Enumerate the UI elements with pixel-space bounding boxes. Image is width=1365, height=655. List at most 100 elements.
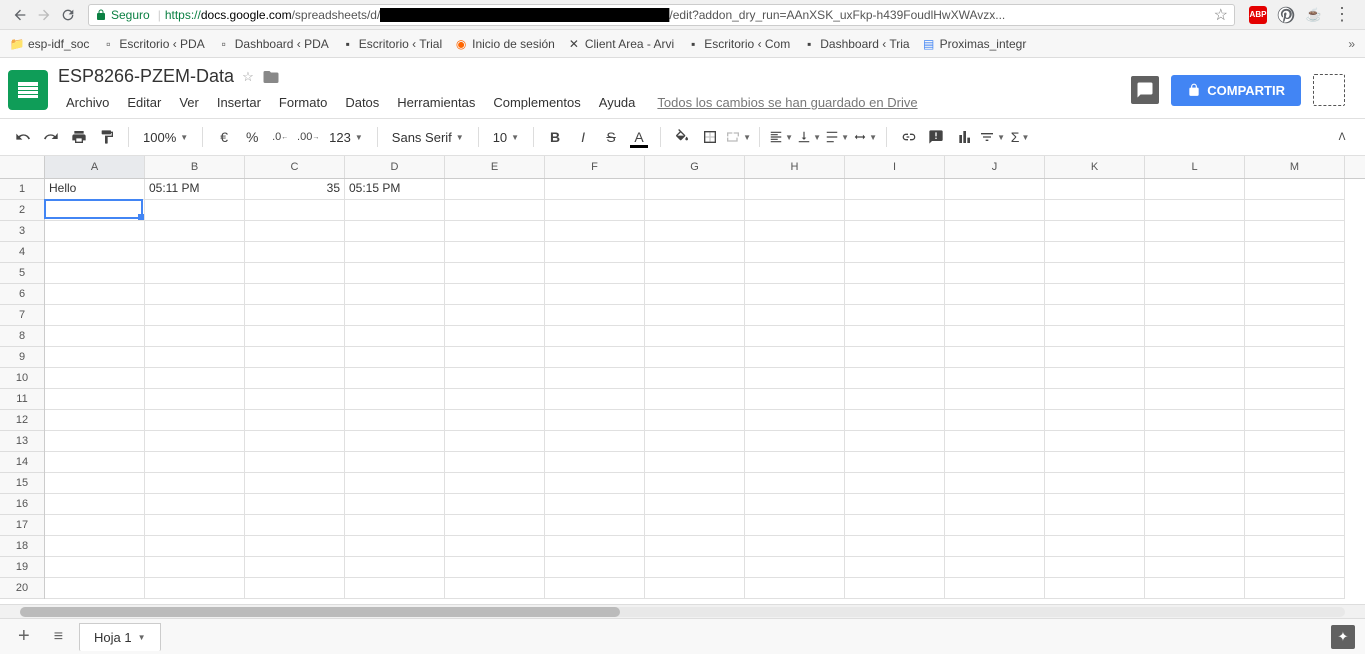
cell[interactable] (345, 368, 445, 389)
cell[interactable] (345, 389, 445, 410)
menu-herramientas[interactable]: Herramientas (389, 91, 483, 114)
cell[interactable] (445, 200, 545, 221)
cell[interactable] (1045, 536, 1145, 557)
cell[interactable] (45, 452, 145, 473)
cell[interactable]: 35 (245, 179, 345, 200)
cell[interactable] (645, 515, 745, 536)
cell[interactable] (545, 200, 645, 221)
cell[interactable] (945, 368, 1045, 389)
cell[interactable] (145, 284, 245, 305)
cell[interactable] (145, 494, 245, 515)
cell[interactable] (45, 200, 145, 221)
cell[interactable] (745, 431, 845, 452)
cell[interactable] (1145, 284, 1245, 305)
bookmark-item[interactable]: ▪Dashboard ‹ Tria (802, 37, 909, 51)
cell[interactable] (445, 242, 545, 263)
cell[interactable] (145, 536, 245, 557)
insert-comment-button[interactable] (923, 124, 949, 150)
cell[interactable] (945, 578, 1045, 599)
cell[interactable] (145, 200, 245, 221)
cell[interactable] (545, 473, 645, 494)
text-wrap-button[interactable]: ▼ (824, 124, 850, 150)
cell[interactable] (945, 494, 1045, 515)
bookmark-item[interactable]: 📁esp-idf_soc (10, 37, 89, 51)
cell[interactable] (145, 368, 245, 389)
cell[interactable] (645, 452, 745, 473)
menu-icon[interactable]: ⋮ (1333, 6, 1351, 24)
cell[interactable] (945, 326, 1045, 347)
paint-format-button[interactable] (94, 124, 120, 150)
cell[interactable] (1145, 578, 1245, 599)
cell[interactable] (345, 347, 445, 368)
italic-button[interactable]: I (570, 124, 596, 150)
menu-insertar[interactable]: Insertar (209, 91, 269, 114)
menu-editar[interactable]: Editar (119, 91, 169, 114)
cell[interactable] (545, 347, 645, 368)
cell[interactable] (245, 326, 345, 347)
cell[interactable] (545, 305, 645, 326)
cell[interactable] (1245, 263, 1345, 284)
fill-color-button[interactable] (669, 124, 695, 150)
cell[interactable] (345, 557, 445, 578)
row-header[interactable]: 15 (0, 473, 44, 494)
merge-cells-button[interactable]: ▼ (725, 124, 751, 150)
menu-ayuda[interactable]: Ayuda (591, 91, 644, 114)
cell[interactable] (545, 515, 645, 536)
cell[interactable] (645, 431, 745, 452)
cell[interactable] (545, 242, 645, 263)
strikethrough-button[interactable]: S (598, 124, 624, 150)
cell[interactable] (345, 536, 445, 557)
cell[interactable] (445, 326, 545, 347)
column-header[interactable]: B (145, 156, 245, 178)
cell[interactable] (1245, 221, 1345, 242)
bookmark-item[interactable]: ◉Inicio de sesión (454, 37, 555, 51)
percent-button[interactable]: % (239, 124, 265, 150)
cell[interactable] (945, 389, 1045, 410)
cell[interactable] (645, 368, 745, 389)
filter-button[interactable]: ▼ (979, 124, 1005, 150)
column-header[interactable]: L (1145, 156, 1245, 178)
cell[interactable] (845, 494, 945, 515)
bookmark-item[interactable]: ▫Escritorio ‹ PDA (101, 37, 204, 51)
cell[interactable] (45, 347, 145, 368)
cell[interactable] (245, 221, 345, 242)
bookmark-item[interactable]: ▪Escritorio ‹ Com (686, 37, 790, 51)
column-header[interactable]: G (645, 156, 745, 178)
cell[interactable] (645, 284, 745, 305)
star-icon[interactable]: ☆ (242, 69, 254, 85)
cell[interactable] (45, 515, 145, 536)
cell[interactable] (545, 284, 645, 305)
column-header[interactable]: J (945, 156, 1045, 178)
row-header[interactable]: 18 (0, 536, 44, 557)
menu-datos[interactable]: Datos (337, 91, 387, 114)
cell[interactable] (445, 494, 545, 515)
cell[interactable] (245, 347, 345, 368)
cell[interactable] (145, 263, 245, 284)
cell[interactable] (145, 557, 245, 578)
cell[interactable] (1145, 410, 1245, 431)
column-header[interactable]: M (1245, 156, 1345, 178)
cell[interactable] (645, 389, 745, 410)
cell[interactable] (745, 557, 845, 578)
reload-button[interactable] (56, 3, 80, 27)
cell[interactable] (1245, 410, 1345, 431)
row-header[interactable]: 11 (0, 389, 44, 410)
cell[interactable] (1145, 221, 1245, 242)
bold-button[interactable]: B (542, 124, 568, 150)
cell[interactable] (1245, 284, 1345, 305)
cell[interactable] (1045, 326, 1145, 347)
insert-chart-button[interactable] (951, 124, 977, 150)
horizontal-scrollbar[interactable] (0, 604, 1365, 618)
cell[interactable] (445, 515, 545, 536)
row-header[interactable]: 8 (0, 326, 44, 347)
cell[interactable] (645, 557, 745, 578)
cell[interactable] (1045, 347, 1145, 368)
row-header[interactable]: 2 (0, 200, 44, 221)
cell[interactable] (945, 515, 1045, 536)
cell[interactable] (745, 347, 845, 368)
text-rotation-button[interactable]: ▼ (852, 124, 878, 150)
cell[interactable] (545, 494, 645, 515)
zoom-select[interactable]: 100%▼ (137, 130, 194, 145)
abp-icon[interactable]: ABP (1249, 6, 1267, 24)
cell[interactable] (645, 326, 745, 347)
